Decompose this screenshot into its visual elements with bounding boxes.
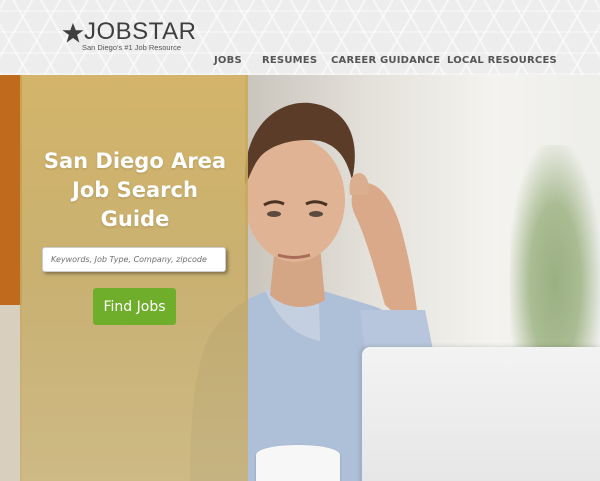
star-icon [62,22,84,43]
site-header: JOBSTAR San Diego's #1 Job Resource JOBS… [0,0,600,75]
logo-wordmark: JOBSTAR [84,18,197,45]
hero-overlay-panel [20,75,248,481]
nav-item-jobs[interactable]: JOBS [214,55,242,66]
coffee-mug-image [256,445,340,481]
wall-image [0,305,22,481]
nav-item-local-resources[interactable]: LOCAL RESOURCES [447,55,557,66]
logo-tagline: San Diego's #1 Job Resource [82,43,181,52]
nav-item-career-guidance[interactable]: CAREER GUIDANCE [331,55,440,66]
laptop-image [362,347,600,481]
nav-item-resumes[interactable]: RESUMES [262,55,317,66]
plant-image [510,145,600,375]
find-jobs-button[interactable]: Find Jobs [93,288,176,325]
job-search-input[interactable] [42,247,226,272]
hero-banner: San Diego Area Job Search Guide Find Job… [0,75,600,481]
jobstar-logo[interactable]: JOBSTAR San Diego's #1 Job Resource [62,19,196,56]
hero-title: San Diego Area Job Search Guide [43,149,227,231]
